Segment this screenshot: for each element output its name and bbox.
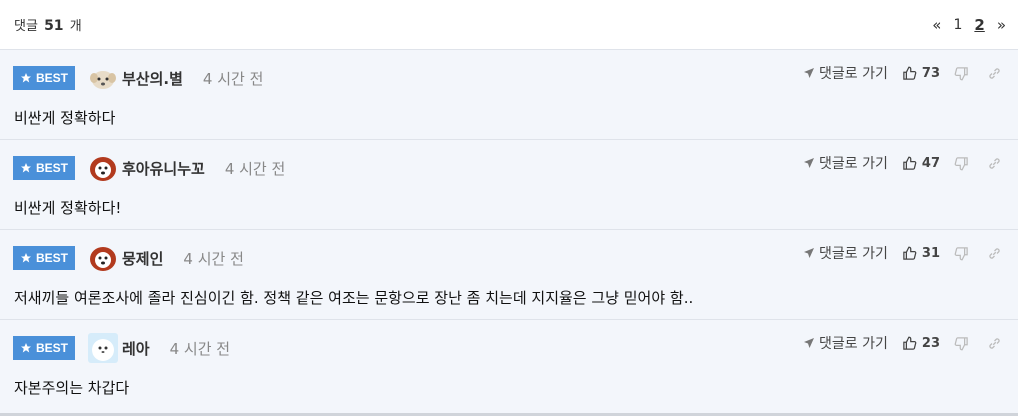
like-button[interactable]: 23 bbox=[902, 336, 940, 351]
best-label: BEST bbox=[35, 251, 68, 265]
comment-count: 댓글 51 개 bbox=[14, 15, 82, 34]
best-badge: BEST bbox=[13, 246, 75, 270]
timestamp: 4 시간 전 bbox=[183, 249, 244, 268]
dislike-button[interactable] bbox=[954, 66, 969, 81]
best-label: BEST bbox=[35, 161, 68, 175]
link-icon bbox=[989, 67, 1000, 79]
send-icon bbox=[804, 158, 815, 168]
like-button[interactable]: 47 bbox=[902, 156, 940, 171]
nickname[interactable]: 부산의.별 bbox=[122, 68, 183, 89]
thumbs-down-icon bbox=[954, 156, 968, 170]
thumbs-up-icon bbox=[903, 336, 917, 350]
like-count: 73 bbox=[921, 65, 940, 81]
comment-section: 댓글 51 개 « 1 2 » BEST 부산의.별 4 시간 전 댓글로 가기… bbox=[0, 0, 1018, 416]
dislike-button[interactable] bbox=[954, 336, 969, 351]
count-suffix: 개 bbox=[69, 19, 82, 34]
nickname[interactable]: 후아유니누꼬 bbox=[122, 158, 205, 179]
comment-text: 비싼게 정확하다! bbox=[14, 199, 122, 217]
thumbs-up-icon bbox=[903, 66, 917, 80]
comment-item: BEST 뭉제인 4 시간 전 댓글로 가기 31 저새끼들 여론조사에 졸라 … bbox=[0, 230, 1018, 320]
goto-label: 댓글로 가기 bbox=[819, 66, 888, 82]
comment-text: 자본주의는 차갑다 bbox=[14, 379, 130, 397]
thumbs-down-icon bbox=[954, 66, 968, 80]
best-badge: BEST bbox=[13, 156, 75, 180]
send-icon bbox=[804, 248, 815, 258]
best-badge: BEST bbox=[13, 336, 75, 360]
send-icon bbox=[804, 338, 815, 348]
comment-item: BEST 레아 4 시간 전 댓글로 가기 23 자본주의는 차갑다 bbox=[0, 320, 1018, 410]
nickname[interactable]: 뭉제인 bbox=[122, 248, 163, 269]
avatar[interactable] bbox=[88, 153, 118, 183]
first-page-button[interactable]: « bbox=[932, 16, 941, 34]
goto-label: 댓글로 가기 bbox=[819, 246, 888, 262]
share-link-button[interactable] bbox=[987, 156, 1002, 171]
goto-label: 댓글로 가기 bbox=[819, 336, 888, 352]
share-link-button[interactable] bbox=[987, 66, 1002, 81]
comment-text: 비싼게 정확하다 bbox=[14, 109, 116, 127]
like-button[interactable]: 73 bbox=[902, 66, 940, 81]
best-label: BEST bbox=[35, 341, 68, 355]
count-prefix: 댓글 bbox=[14, 19, 38, 34]
avatar[interactable] bbox=[88, 243, 118, 273]
goto-comment-link[interactable]: 댓글로 가기 bbox=[803, 153, 888, 173]
avatar[interactable] bbox=[88, 333, 118, 363]
thumbs-up-icon bbox=[903, 156, 917, 170]
dislike-button[interactable] bbox=[954, 246, 969, 261]
link-icon bbox=[989, 337, 1000, 349]
star-icon bbox=[20, 253, 31, 263]
like-count: 23 bbox=[921, 335, 940, 351]
link-icon bbox=[989, 247, 1000, 259]
link-icon bbox=[989, 157, 1000, 169]
thumbs-up-icon bbox=[903, 246, 917, 260]
share-link-button[interactable] bbox=[987, 246, 1002, 261]
like-button[interactable]: 31 bbox=[902, 246, 940, 261]
star-icon bbox=[20, 163, 31, 173]
thumbs-down-icon bbox=[954, 336, 968, 350]
comment-item: BEST 후아유니누꼬 4 시간 전 댓글로 가기 47 비싼게 정확하다! bbox=[0, 140, 1018, 230]
comment-header: 댓글 51 개 « 1 2 » bbox=[0, 0, 1018, 50]
comment-item: BEST 부산의.별 4 시간 전 댓글로 가기 73 비싼게 정확하다 bbox=[0, 50, 1018, 140]
goto-comment-link[interactable]: 댓글로 가기 bbox=[803, 333, 888, 353]
nickname[interactable]: 레아 bbox=[122, 338, 150, 359]
page-1-link[interactable]: 1 bbox=[953, 17, 962, 33]
like-count: 31 bbox=[921, 245, 940, 261]
last-page-button[interactable]: » bbox=[997, 16, 1006, 34]
best-label: BEST bbox=[35, 71, 68, 85]
goto-label: 댓글로 가기 bbox=[819, 156, 888, 172]
goto-comment-link[interactable]: 댓글로 가기 bbox=[803, 243, 888, 263]
star-icon bbox=[20, 73, 31, 83]
page-2-current[interactable]: 2 bbox=[974, 16, 984, 34]
timestamp: 4 시간 전 bbox=[202, 69, 264, 88]
pagination: « 1 2 » bbox=[932, 16, 1006, 34]
thumbs-down-icon bbox=[954, 246, 968, 260]
star-icon bbox=[20, 343, 31, 353]
send-icon bbox=[804, 68, 815, 78]
goto-comment-link[interactable]: 댓글로 가기 bbox=[803, 63, 888, 83]
dislike-button[interactable] bbox=[954, 156, 969, 171]
timestamp: 4 시간 전 bbox=[169, 339, 231, 358]
share-link-button[interactable] bbox=[987, 336, 1002, 351]
like-count: 47 bbox=[921, 155, 940, 171]
timestamp: 4 시간 전 bbox=[224, 159, 286, 178]
best-badge: BEST bbox=[13, 66, 75, 90]
comment-text: 저새끼들 여론조사에 졸라 진심이긴 함. 정책 같은 여조는 문항으로 장난 … bbox=[14, 289, 694, 307]
count-number: 51 bbox=[44, 18, 64, 34]
avatar[interactable] bbox=[88, 63, 118, 93]
